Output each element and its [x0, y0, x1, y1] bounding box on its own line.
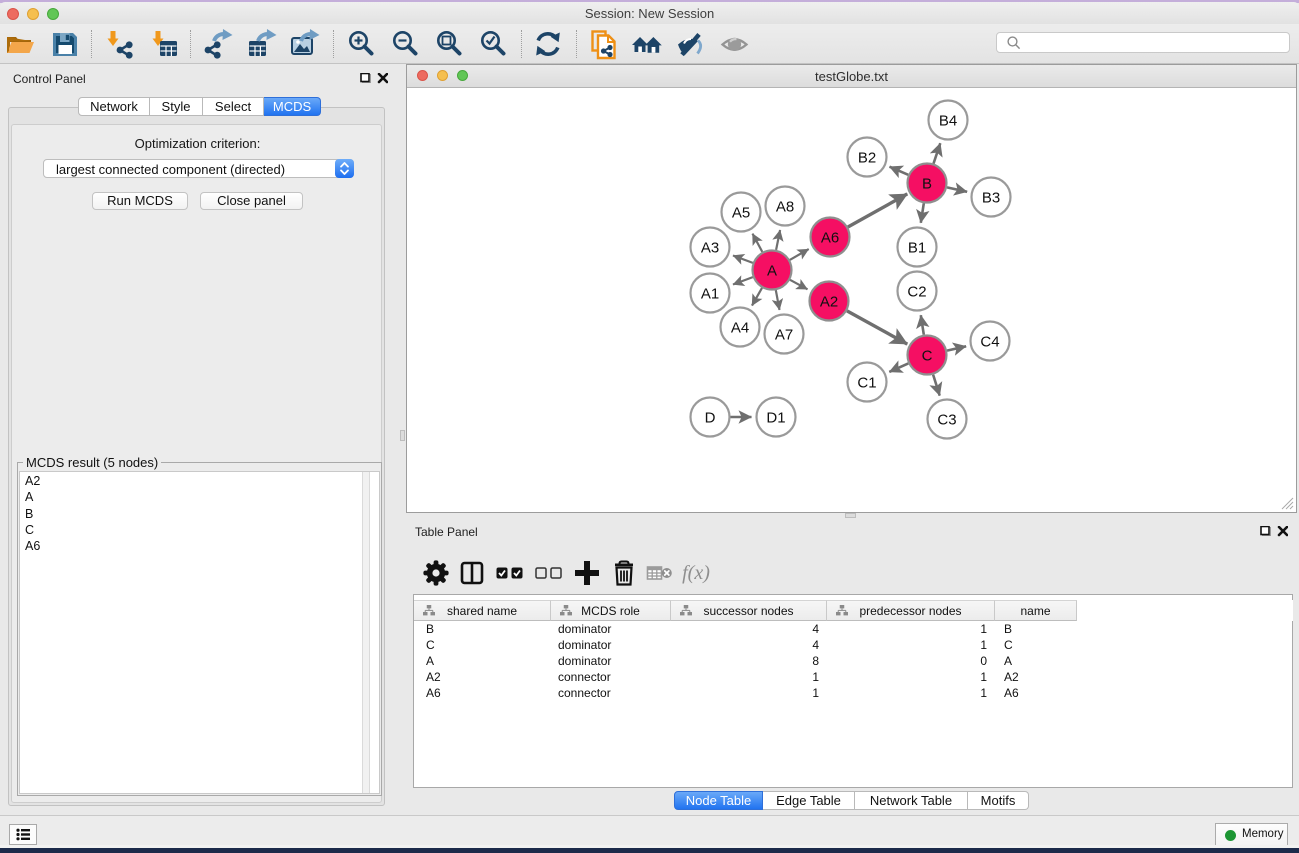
- svg-text:f(x): f(x): [682, 562, 710, 584]
- svg-text:A6: A6: [821, 230, 839, 247]
- svg-text:A5: A5: [732, 205, 750, 222]
- svg-text:A4: A4: [731, 320, 749, 337]
- svg-text:C2: C2: [907, 284, 926, 301]
- svg-text:C1: C1: [857, 375, 876, 392]
- svg-text:B: B: [922, 176, 932, 193]
- svg-text:A7: A7: [775, 327, 793, 344]
- svg-text:D: D: [705, 410, 716, 427]
- svg-text:B1: B1: [908, 240, 926, 257]
- svg-text:B2: B2: [858, 150, 876, 167]
- svg-text:A8: A8: [776, 199, 794, 216]
- svg-text:B4: B4: [939, 113, 957, 130]
- svg-text:C: C: [922, 348, 933, 365]
- svg-text:A: A: [767, 263, 777, 280]
- svg-text:A2: A2: [820, 294, 838, 311]
- svg-text:B3: B3: [982, 190, 1000, 207]
- svg-text:A1: A1: [701, 286, 719, 303]
- svg-text:C4: C4: [980, 334, 999, 351]
- svg-text:D1: D1: [766, 410, 785, 427]
- svg-text:C3: C3: [937, 412, 956, 429]
- svg-text:A3: A3: [701, 240, 719, 257]
